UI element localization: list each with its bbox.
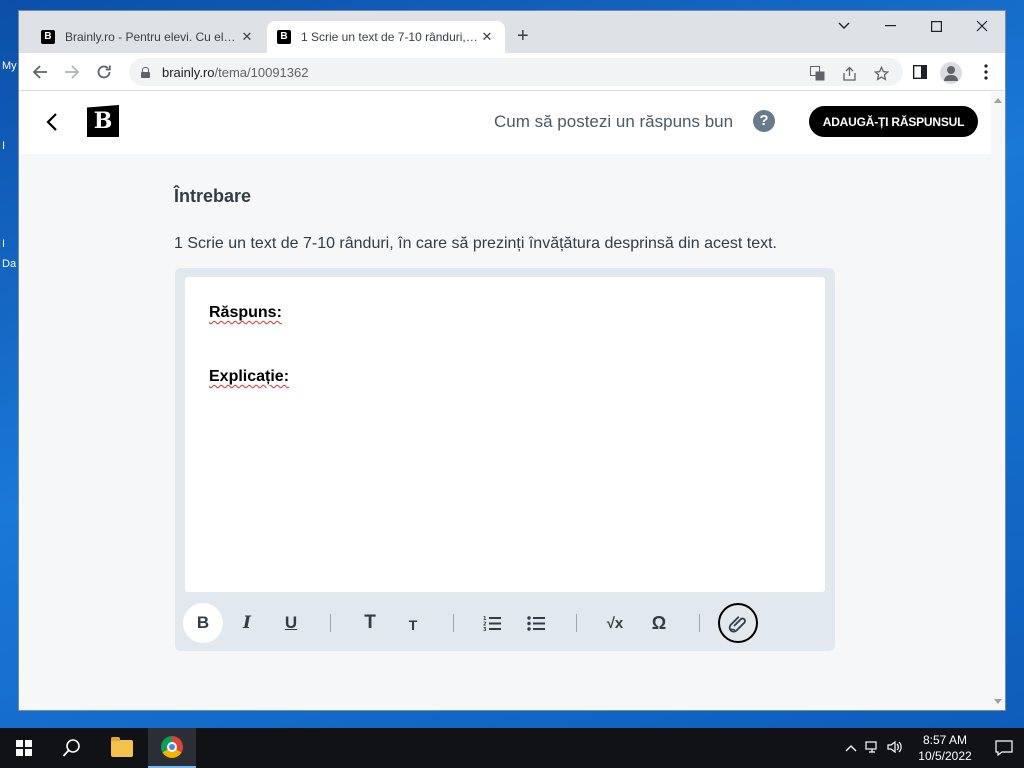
close-window-icon[interactable] bbox=[959, 11, 1005, 41]
volume-icon[interactable] bbox=[884, 740, 906, 757]
ordered-list-icon[interactable]: 123 bbox=[472, 603, 512, 643]
tab-search-chevron-down-icon[interactable] bbox=[821, 11, 867, 41]
answer-editor: Răspuns: Explicație: B I U T T 123 √x Ω bbox=[175, 268, 835, 651]
new-tab-button[interactable]: + bbox=[517, 25, 529, 48]
answer-label: Răspuns: bbox=[209, 304, 282, 321]
brainly-favicon-icon: B bbox=[277, 30, 291, 44]
brainly-favicon-icon: B bbox=[41, 30, 55, 44]
heading-large-button[interactable]: T bbox=[350, 603, 390, 643]
lock-icon[interactable] bbox=[141, 66, 150, 78]
maximize-icon[interactable] bbox=[913, 11, 959, 41]
star-icon[interactable] bbox=[873, 65, 889, 81]
clock-date: 10/5/2022 bbox=[918, 749, 972, 763]
profile-icon[interactable] bbox=[940, 62, 962, 84]
address-bar[interactable]: brainly.ro/tema/10091362 bbox=[129, 58, 903, 86]
forward-arrow-icon[interactable] bbox=[61, 61, 83, 83]
file-explorer-button[interactable] bbox=[98, 728, 146, 768]
side-panel-icon[interactable] bbox=[910, 62, 930, 82]
chrome-taskbar-button[interactable] bbox=[148, 728, 196, 768]
window-controls bbox=[821, 11, 1005, 41]
share-icon[interactable] bbox=[841, 65, 857, 81]
tab-title: Brainly.ro - Pentru elevi. Cu elevi. bbox=[65, 30, 239, 44]
howto-answer-link[interactable]: Cum să postezi un răspuns bun bbox=[494, 112, 733, 132]
heading-small-button[interactable]: T bbox=[393, 603, 433, 643]
bullet-list-icon[interactable] bbox=[516, 603, 556, 643]
windows-taskbar: 8:57 AM 10/5/2022 bbox=[0, 728, 1024, 768]
clock-time: 8:57 AM bbox=[922, 733, 968, 747]
translate-icon[interactable] bbox=[809, 65, 825, 81]
minimize-icon[interactable] bbox=[867, 11, 913, 41]
symbol-button[interactable]: Ω bbox=[639, 603, 679, 643]
explanation-label: Explicație: bbox=[209, 368, 290, 385]
url-path: /tema/10091362 bbox=[214, 64, 309, 80]
tab-close-icon[interactable]: ✕ bbox=[239, 29, 255, 45]
toolbar-divider bbox=[699, 614, 700, 632]
tab-question[interactable]: B 1 Scrie un text de 7-10 rânduri, în ✕ bbox=[267, 21, 505, 53]
page-content: B Cum să postezi un răspuns bun ? ADAUGĂ… bbox=[19, 92, 991, 710]
brainly-logo[interactable]: B bbox=[87, 105, 119, 137]
system-tray: 8:57 AM 10/5/2022 bbox=[840, 728, 1024, 768]
browser-toolbar: brainly.ro/tema/10091362 bbox=[19, 53, 1005, 91]
tab-close-icon[interactable]: ✕ bbox=[479, 29, 495, 45]
desktop-icon-label: My bbox=[2, 60, 17, 72]
site-header: B Cum să postezi un răspuns bun ? ADAUGĂ… bbox=[19, 92, 991, 154]
chrome-icon bbox=[161, 736, 183, 758]
back-arrow-icon[interactable] bbox=[41, 110, 65, 134]
windows-start-icon[interactable] bbox=[16, 740, 32, 756]
reload-icon[interactable] bbox=[93, 61, 115, 83]
help-icon[interactable]: ? bbox=[753, 110, 775, 132]
page-scrollbar[interactable] bbox=[991, 92, 1005, 710]
toolbar-divider bbox=[576, 614, 577, 632]
scroll-down-arrow-icon[interactable] bbox=[994, 699, 1002, 704]
underline-button[interactable]: U bbox=[271, 603, 311, 643]
menu-dots-icon[interactable] bbox=[976, 62, 996, 82]
toolbar-divider bbox=[453, 614, 454, 632]
attachment-icon[interactable] bbox=[718, 603, 758, 643]
back-arrow-icon[interactable] bbox=[29, 61, 51, 83]
notification-icon[interactable] bbox=[984, 728, 1024, 768]
bold-button[interactable]: B bbox=[183, 603, 223, 643]
network-icon[interactable] bbox=[862, 740, 884, 757]
browser-window: B Brainly.ro - Pentru elevi. Cu elevi. ✕… bbox=[18, 10, 1006, 711]
question-heading: Întrebare bbox=[174, 186, 252, 206]
question-text: 1 Scrie un text de 7-10 rânduri, în care… bbox=[174, 235, 777, 252]
system-clock[interactable]: 8:57 AM 10/5/2022 bbox=[906, 732, 984, 764]
search-icon[interactable] bbox=[62, 738, 82, 758]
tab-title: 1 Scrie un text de 7-10 rânduri, în bbox=[301, 30, 479, 44]
tab-bar: B Brainly.ro - Pentru elevi. Cu elevi. ✕… bbox=[19, 11, 1005, 53]
toolbar-divider bbox=[330, 614, 331, 632]
italic-button[interactable]: I bbox=[227, 603, 267, 643]
answer-text-area[interactable]: Răspuns: Explicație: bbox=[185, 277, 825, 592]
chevron-up-icon[interactable] bbox=[840, 741, 862, 755]
svg-text:3: 3 bbox=[483, 627, 487, 631]
formatting-toolbar: B I U T T 123 √x Ω bbox=[175, 603, 835, 643]
tab-brainly-home[interactable]: B Brainly.ro - Pentru elevi. Cu elevi. ✕ bbox=[31, 21, 265, 53]
add-answer-button[interactable]: ADAUGĂ-ȚI RĂSPUNSUL bbox=[809, 106, 978, 137]
scroll-up-arrow-icon[interactable] bbox=[994, 98, 1002, 103]
desktop-icon-label: I bbox=[2, 140, 6, 152]
desktop-icon-label: I bbox=[2, 238, 6, 250]
formula-button[interactable]: √x bbox=[595, 603, 635, 643]
url-host: brainly.ro bbox=[162, 64, 215, 80]
url-text: brainly.ro/tema/10091362 bbox=[162, 65, 308, 80]
desktop-icon-label: Da bbox=[2, 258, 17, 270]
folder-icon bbox=[111, 736, 133, 757]
